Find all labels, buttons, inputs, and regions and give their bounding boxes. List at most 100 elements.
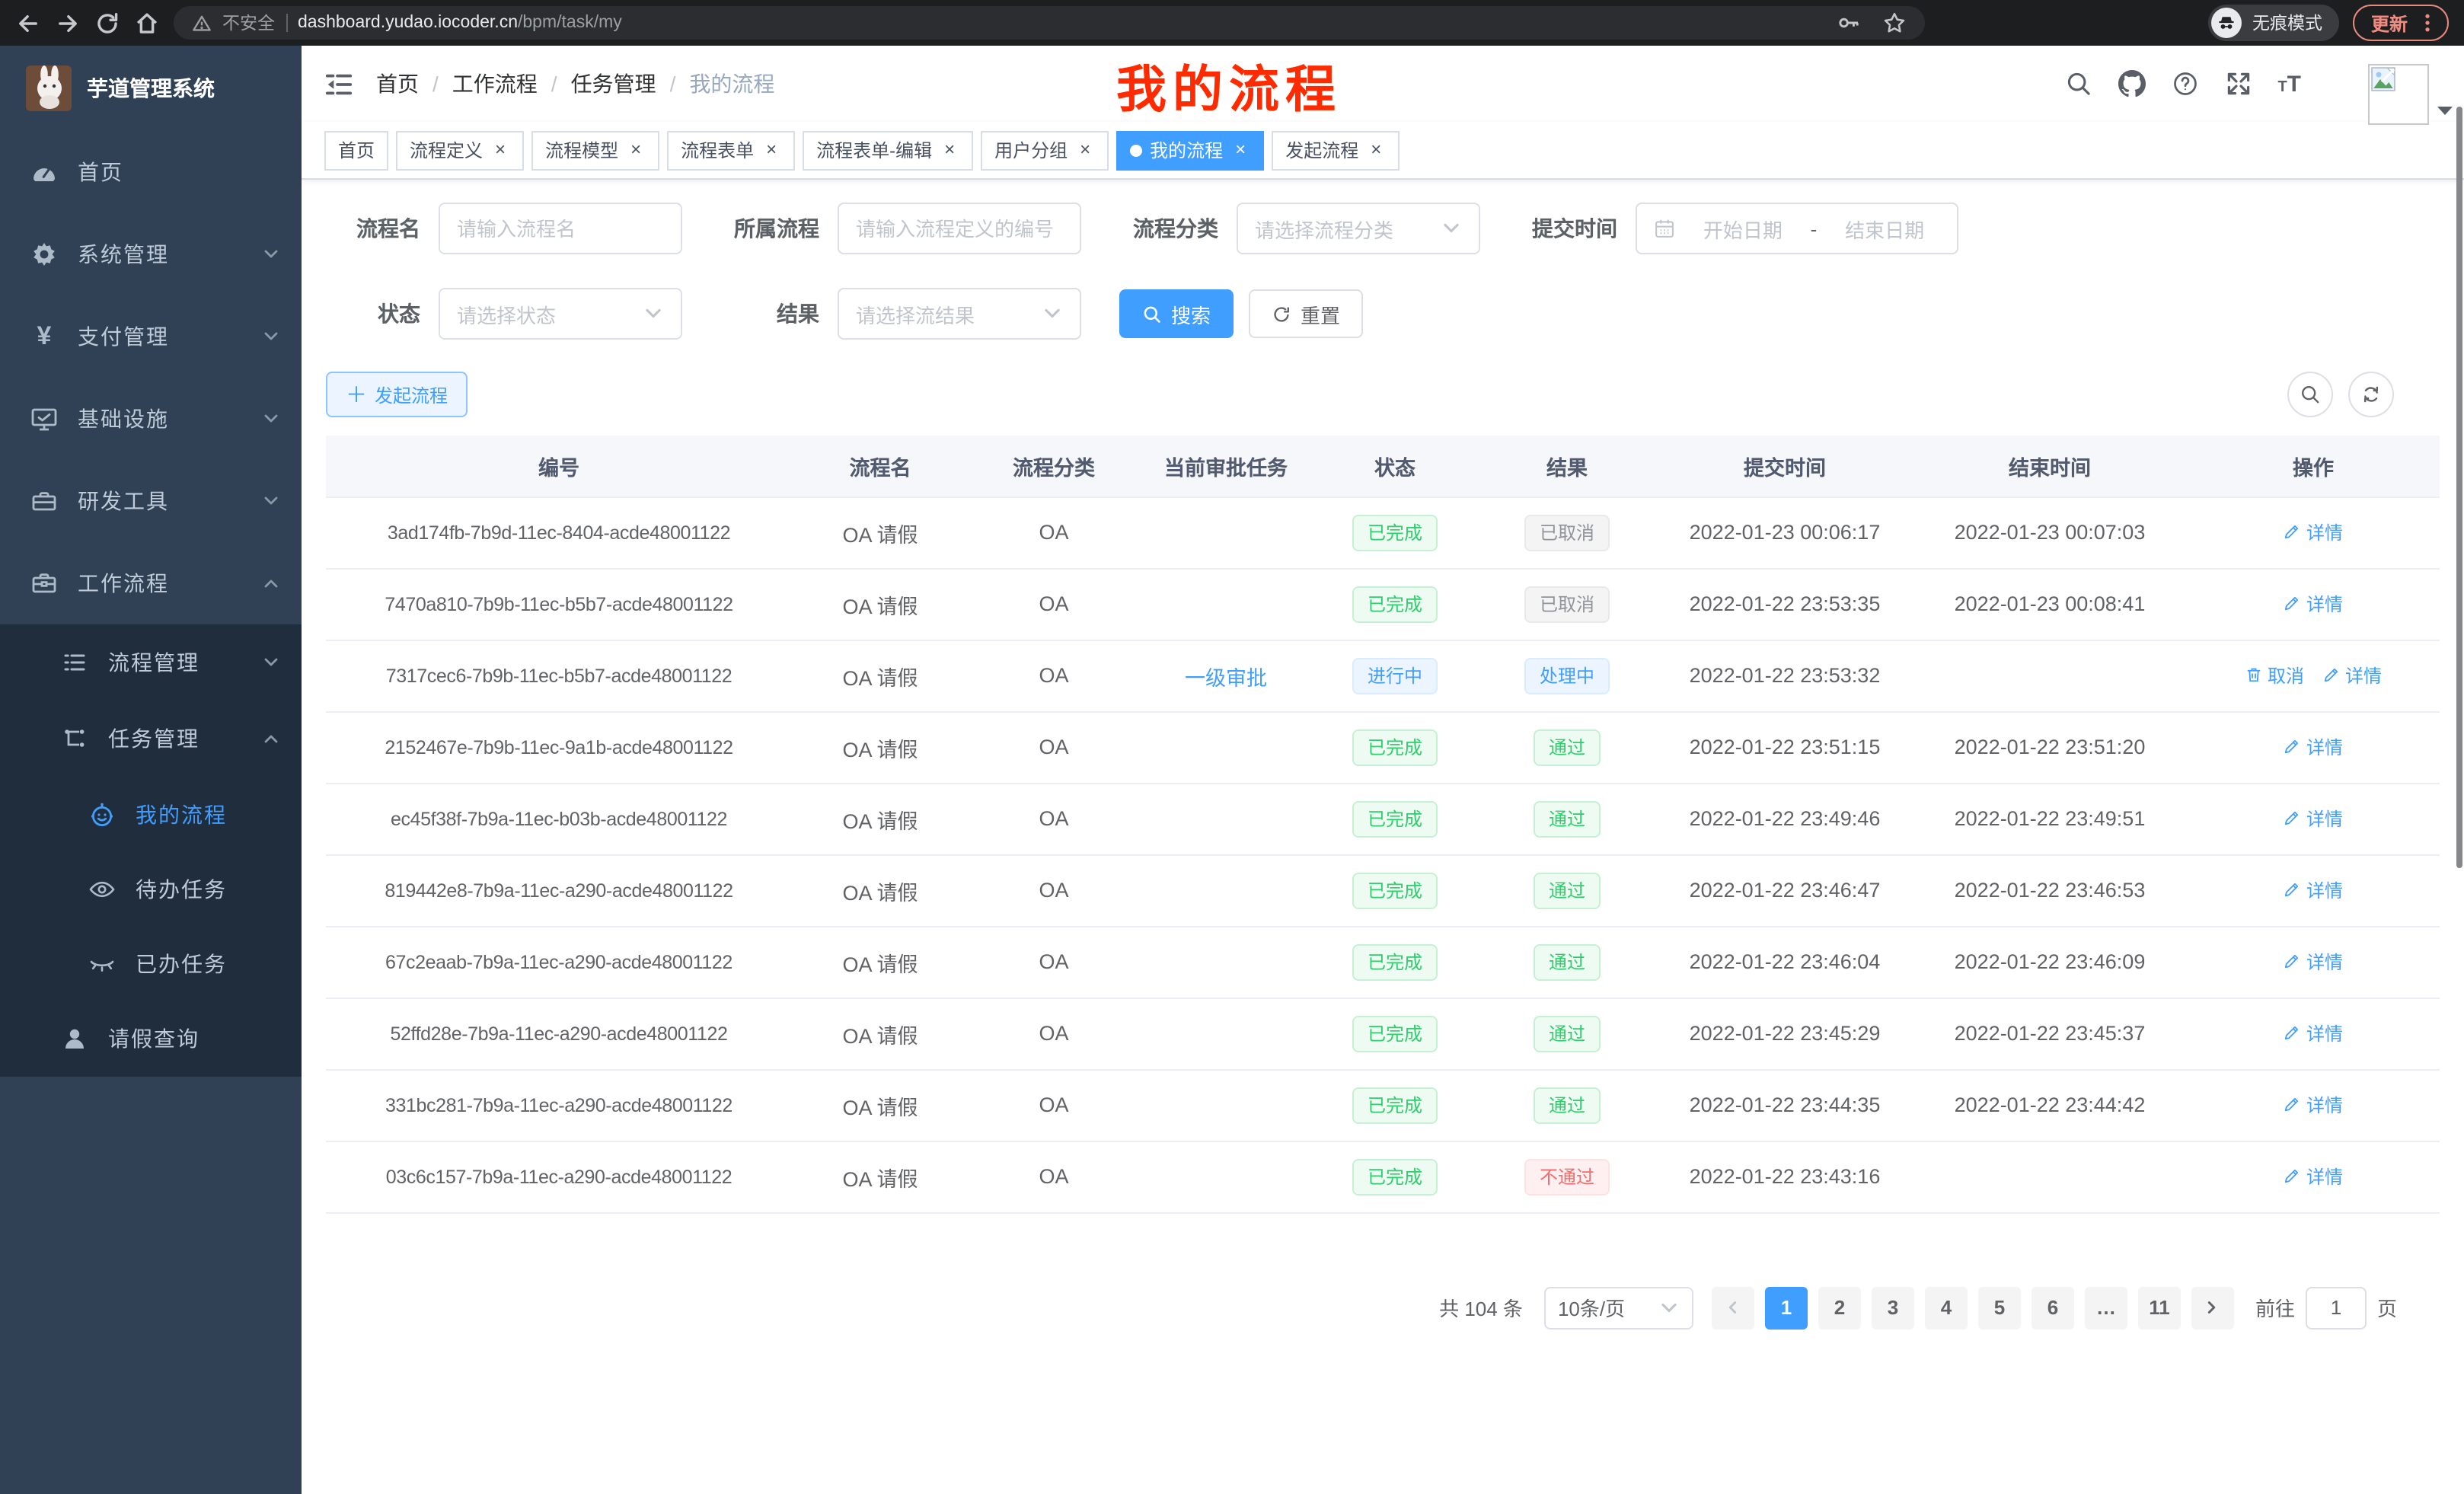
- page-button-6[interactable]: 6: [2032, 1286, 2074, 1329]
- category-select[interactable]: 请选择流程分类: [1237, 203, 1480, 254]
- cell-status: 已完成: [1313, 1069, 1477, 1141]
- tab-my-process[interactable]: 我的流程×: [1116, 130, 1264, 170]
- detail-action-link[interactable]: 详情: [2284, 734, 2343, 760]
- page-button-11[interactable]: 11: [2138, 1286, 2181, 1329]
- tab-process-form[interactable]: 流程表单×: [667, 130, 795, 170]
- next-page-button[interactable]: [2191, 1286, 2234, 1329]
- tab-close-icon[interactable]: ×: [940, 140, 959, 160]
- github-icon[interactable]: [2118, 70, 2145, 97]
- submit-time-range-picker[interactable]: 开始日期 - 结束日期: [1636, 203, 1958, 254]
- page-button-5[interactable]: 5: [1978, 1286, 2021, 1329]
- bookmark-star-icon[interactable]: [1882, 11, 1907, 35]
- process-name-input[interactable]: [457, 217, 664, 240]
- sidebar-item-infrastructure[interactable]: 基础设施: [0, 378, 302, 460]
- tab-process-model[interactable]: 流程模型×: [531, 130, 659, 170]
- result-badge: 已取消: [1524, 514, 1610, 551]
- tab-process-definition[interactable]: 流程定义×: [396, 130, 524, 170]
- cell-actions: 详情: [2187, 1069, 2440, 1141]
- sidebar-item-payment[interactable]: ¥ 支付管理: [0, 295, 302, 378]
- prev-page-button[interactable]: [1712, 1286, 1754, 1329]
- page-size-select[interactable]: 10条/页: [1544, 1286, 1693, 1329]
- breadcrumb-item[interactable]: 首页: [376, 69, 419, 99]
- tab-close-icon[interactable]: ×: [1230, 140, 1250, 160]
- reload-icon[interactable]: [94, 10, 120, 36]
- tab-user-group[interactable]: 用户分组 ×: [981, 130, 1109, 170]
- page-button-4[interactable]: 4: [1925, 1286, 1968, 1329]
- page-ellipsis-button[interactable]: …: [2085, 1286, 2127, 1329]
- result-badge: 通过: [1534, 872, 1601, 908]
- page-button-3[interactable]: 3: [1872, 1286, 1914, 1329]
- cancel-action-link[interactable]: 取消: [2245, 662, 2304, 688]
- breadcrumb-item[interactable]: 工作流程: [452, 69, 538, 99]
- detail-action-link[interactable]: 详情: [2284, 949, 2343, 975]
- column-header-actions: 操作: [2187, 436, 2440, 496]
- sidebar-item-label: 任务管理: [108, 723, 242, 754]
- table-refresh-button[interactable]: [2348, 372, 2394, 417]
- detail-action-link[interactable]: 详情: [2284, 806, 2343, 832]
- tab-start-process[interactable]: 发起流程×: [1272, 130, 1400, 170]
- detail-action-link[interactable]: 详情: [2284, 519, 2343, 545]
- security-label[interactable]: 不安全: [222, 11, 275, 35]
- cell-process-id: 67c2eaab-7b9a-11ec-a290-acde48001122: [326, 926, 792, 998]
- sidebar-item-devtools[interactable]: 研发工具: [0, 460, 302, 542]
- sidebar-item-task-management[interactable]: 任务管理: [0, 701, 302, 777]
- start-process-button[interactable]: ＋ 发起流程: [326, 372, 468, 417]
- cell-current-task: [1139, 854, 1313, 926]
- sidebar-item-workflow[interactable]: 工作流程: [0, 542, 302, 624]
- page-button-1[interactable]: 1: [1765, 1286, 1808, 1329]
- tab-close-icon[interactable]: ×: [761, 140, 781, 160]
- sidebar-item-home[interactable]: 首页: [0, 131, 302, 213]
- sidebar-item-done-tasks[interactable]: 已办任务: [0, 926, 302, 1001]
- table-search-button[interactable]: [2287, 372, 2333, 417]
- scrollbar-thumb[interactable]: [2456, 107, 2462, 868]
- process-definition-input[interactable]: [856, 217, 1063, 240]
- update-button[interactable]: 更新: [2353, 5, 2449, 41]
- detail-action-link[interactable]: 详情: [2322, 662, 2382, 688]
- key-icon[interactable]: [1837, 11, 1861, 35]
- home-icon[interactable]: [134, 10, 160, 36]
- column-header-result: 结果: [1477, 436, 1657, 496]
- tab-home[interactable]: 首页: [324, 130, 388, 170]
- detail-action-link[interactable]: 详情: [2284, 1092, 2343, 1118]
- breadcrumb-item[interactable]: 任务管理: [571, 69, 656, 99]
- sidebar-item-process-management[interactable]: 流程管理: [0, 624, 302, 701]
- back-icon[interactable]: [15, 10, 41, 36]
- search-button[interactable]: 搜索: [1119, 289, 1234, 338]
- browser-menu-icon[interactable]: [2418, 12, 2437, 34]
- app-logo[interactable]: 芋道管理系统: [0, 46, 302, 131]
- result-select[interactable]: 请选择流结果: [838, 288, 1081, 340]
- search-icon: [2300, 384, 2321, 405]
- sidebar-item-leave-query[interactable]: 请假查询: [0, 1001, 302, 1077]
- tab-close-icon[interactable]: ×: [490, 140, 510, 160]
- table-row: 2152467e-7b9b-11ec-9a1b-acde48001122OA 请…: [326, 711, 2440, 783]
- status-select[interactable]: 请选择状态: [439, 288, 682, 340]
- avatar[interactable]: [2368, 64, 2429, 125]
- caret-down-icon[interactable]: [2437, 105, 2453, 117]
- tab-label: 用户分组: [994, 137, 1068, 163]
- tab-close-icon[interactable]: ×: [1366, 140, 1386, 160]
- sidebar-collapse-icon[interactable]: [324, 69, 353, 98]
- detail-action-link[interactable]: 详情: [2284, 877, 2343, 903]
- fullscreen-icon[interactable]: [2224, 70, 2252, 97]
- detail-action-link[interactable]: 详情: [2284, 1020, 2343, 1046]
- url-text[interactable]: dashboard.yudao.iocoder.cn/bpm/task/my: [298, 14, 622, 32]
- search-icon[interactable]: [2064, 70, 2092, 97]
- cell-submit-time: 2022-01-22 23:43:16: [1657, 1141, 1913, 1212]
- forward-icon[interactable]: [55, 10, 81, 36]
- tab-close-icon[interactable]: ×: [626, 140, 646, 160]
- refresh-icon: [2360, 384, 2382, 405]
- help-icon[interactable]: [2171, 70, 2198, 97]
- font-size-icon[interactable]: TT: [2277, 71, 2301, 97]
- page-jumper-input[interactable]: [2306, 1286, 2367, 1329]
- sidebar-item-my-process[interactable]: 我的流程: [0, 777, 302, 851]
- page-button-2[interactable]: 2: [1818, 1286, 1861, 1329]
- current-task-link[interactable]: 一级审批: [1185, 666, 1267, 689]
- detail-action-link[interactable]: 详情: [2284, 591, 2343, 617]
- tab-close-icon[interactable]: ×: [1075, 140, 1095, 160]
- sidebar-item-todo-tasks[interactable]: 待办任务: [0, 851, 302, 926]
- reset-button[interactable]: 重置: [1249, 289, 1363, 338]
- tab-process-form-edit[interactable]: 流程表单-编辑×: [803, 130, 973, 170]
- detail-action-link[interactable]: 详情: [2284, 1164, 2343, 1189]
- address-bar[interactable]: 不安全 dashboard.yudao.iocoder.cn/bpm/task/…: [174, 6, 1925, 40]
- sidebar-item-system[interactable]: 系统管理: [0, 213, 302, 295]
